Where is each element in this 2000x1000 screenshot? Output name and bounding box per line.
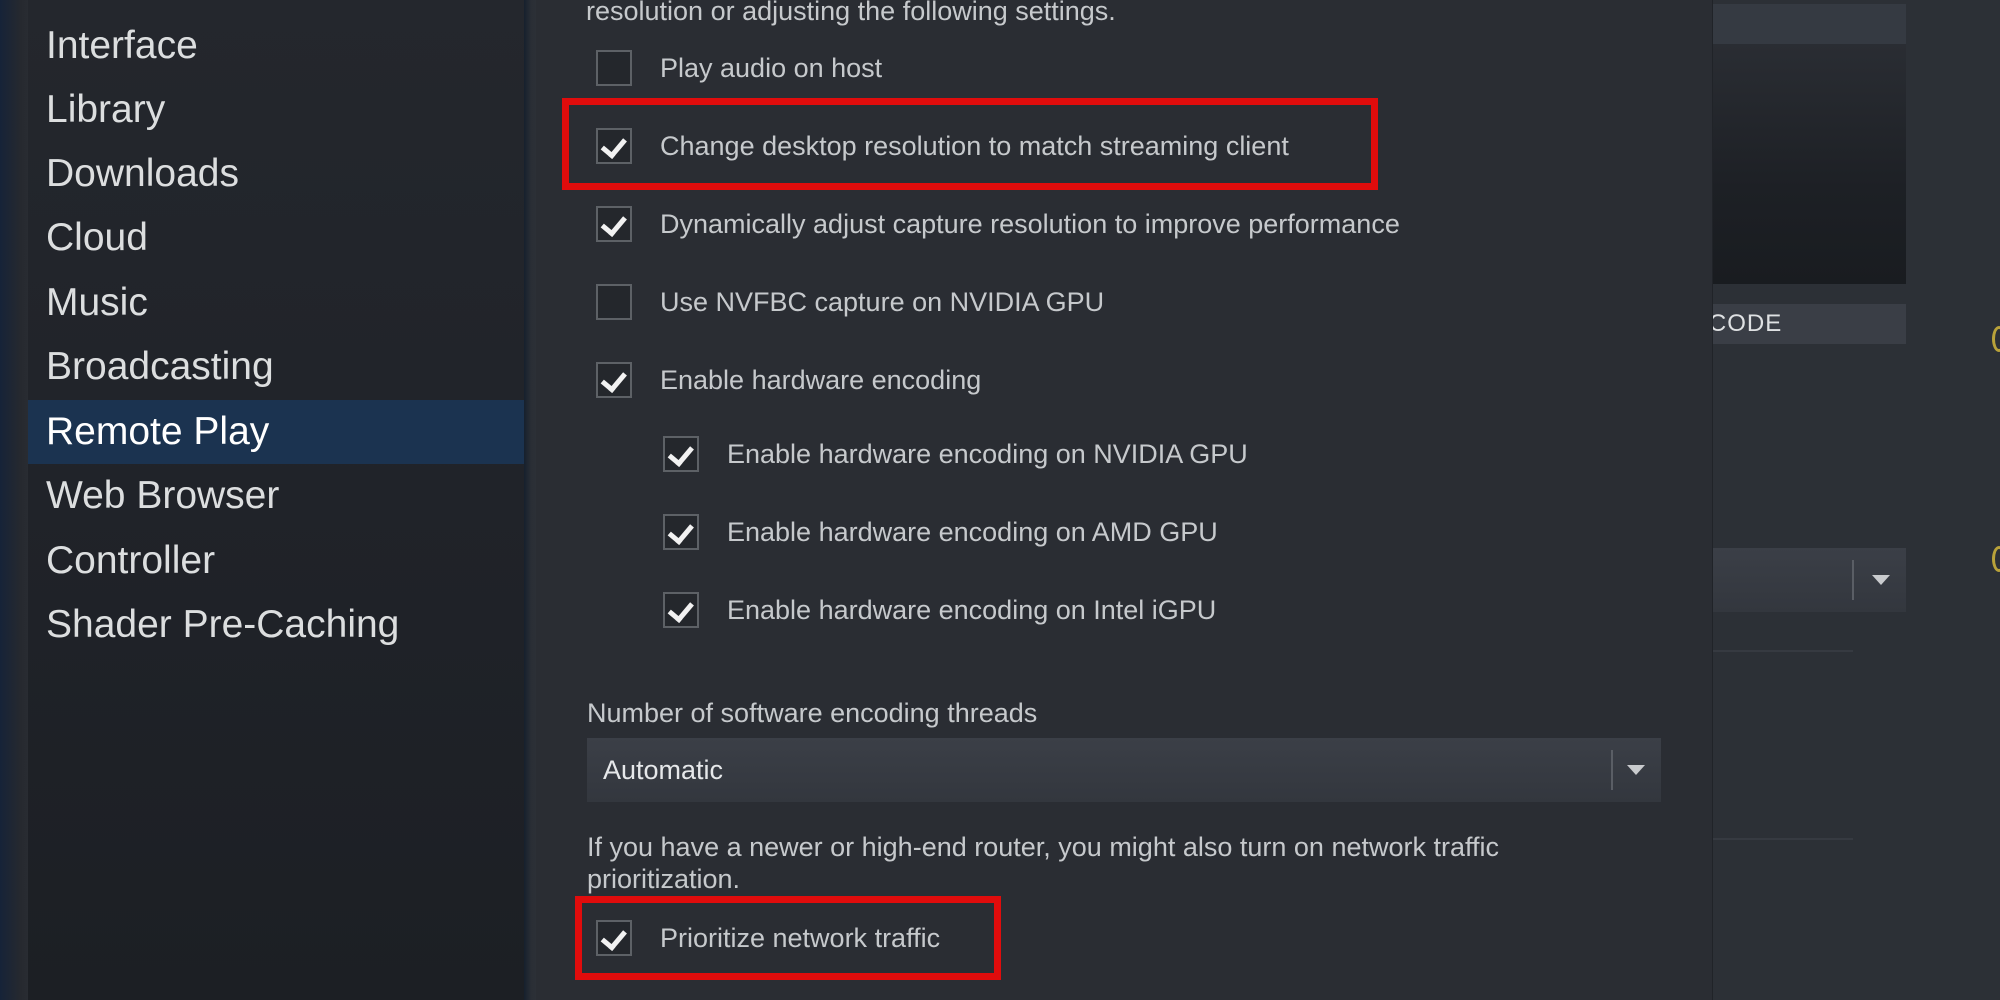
button-label: PAIR CODE <box>1713 310 1783 337</box>
encoding-threads-label: Number of software encoding threads <box>587 698 1038 728</box>
sidebar-item-shader-pre-caching[interactable]: Shader Pre-Caching <box>28 593 524 657</box>
partial-badge-icon <box>1992 326 2000 352</box>
partial-right-panel: PAIR CODE <box>1713 0 2000 1000</box>
option-label: Use NVFBC capture on NVIDIA GPU <box>660 286 1105 317</box>
change-desktop-resolution-option[interactable]: Change desktop resolution to match strea… <box>596 124 1289 168</box>
chevron-down-icon <box>1627 765 1645 775</box>
sidebar-item-broadcasting[interactable]: Broadcasting <box>28 335 524 399</box>
option-label: Enable hardware encoding <box>660 364 982 395</box>
sidebar-item-web-browser[interactable]: Web Browser <box>28 464 524 528</box>
panel-divider <box>524 0 536 1000</box>
sidebar-item-library[interactable]: Library <box>28 78 524 142</box>
right-dropdown[interactable] <box>1713 548 1906 612</box>
nvfbc-capture-checkbox[interactable] <box>596 284 632 320</box>
option-label: Dynamically adjust capture resolution to… <box>660 208 1400 239</box>
dropdown-separator <box>1611 750 1613 790</box>
prioritize-network-option[interactable]: Prioritize network traffic <box>596 916 940 960</box>
window-edge <box>0 0 30 1000</box>
nvfbc-capture-option[interactable]: Use NVFBC capture on NVIDIA GPU <box>596 280 1104 324</box>
hw-encoding-nvidia-option[interactable]: Enable hardware encoding on NVIDIA GPU <box>663 432 1248 476</box>
preview-area <box>1713 44 1906 284</box>
panel-header-bar <box>1713 4 1906 44</box>
encoding-threads-dropdown[interactable]: Automatic <box>587 738 1661 802</box>
sidebar-item-interface[interactable]: Interface <box>28 14 524 78</box>
remote-play-settings-panel: resolution or adjusting the following se… <box>536 0 1712 1000</box>
dropdown-separator <box>1852 560 1854 600</box>
hw-encoding-amd-checkbox[interactable] <box>663 514 699 550</box>
dropdown-value: Automatic <box>603 755 724 785</box>
router-note-line1: If you have a newer or high-end router, … <box>587 832 1500 862</box>
option-label: Enable hardware encoding on Intel iGPU <box>727 594 1217 625</box>
divider-line <box>1713 838 1853 840</box>
option-label: Play audio on host <box>660 52 883 83</box>
divider-line <box>1713 650 1853 652</box>
settings-sidebar: Interface Library Downloads Cloud Music … <box>28 0 524 1000</box>
play-audio-on-host-option[interactable]: Play audio on host <box>596 46 882 90</box>
option-label: Enable hardware encoding on NVIDIA GPU <box>727 438 1248 469</box>
hw-encoding-intel-option[interactable]: Enable hardware encoding on Intel iGPU <box>663 588 1216 632</box>
change-desktop-resolution-checkbox[interactable] <box>596 128 632 164</box>
sidebar-item-cloud[interactable]: Cloud <box>28 206 524 270</box>
option-label: Change desktop resolution to match strea… <box>660 130 1289 161</box>
router-note-line2: prioritization. <box>587 864 741 894</box>
dynamic-capture-resolution-checkbox[interactable] <box>596 206 632 242</box>
hw-encoding-intel-checkbox[interactable] <box>663 592 699 628</box>
play-audio-on-host-checkbox[interactable] <box>596 50 632 86</box>
hardware-encoding-checkbox[interactable] <box>596 362 632 398</box>
prioritize-network-checkbox[interactable] <box>596 920 632 956</box>
partial-badge-icon <box>1992 546 2000 572</box>
sidebar-item-controller[interactable]: Controller <box>28 529 524 593</box>
hw-encoding-nvidia-checkbox[interactable] <box>663 436 699 472</box>
option-label: Enable hardware encoding on AMD GPU <box>727 516 1218 547</box>
sidebar-item-downloads[interactable]: Downloads <box>28 142 524 206</box>
dynamic-capture-resolution-option[interactable]: Dynamically adjust capture resolution to… <box>596 202 1400 246</box>
chevron-down-icon <box>1872 575 1890 585</box>
option-label: Prioritize network traffic <box>660 922 941 953</box>
sidebar-item-remote-play[interactable]: Remote Play <box>28 400 524 464</box>
sidebar-item-music[interactable]: Music <box>28 271 524 335</box>
pair-code-button[interactable]: PAIR CODE <box>1713 304 1906 344</box>
hardware-encoding-option[interactable]: Enable hardware encoding <box>596 358 981 402</box>
hw-encoding-amd-option[interactable]: Enable hardware encoding on AMD GPU <box>663 510 1218 554</box>
intro-text: resolution or adjusting the following se… <box>586 0 1116 26</box>
